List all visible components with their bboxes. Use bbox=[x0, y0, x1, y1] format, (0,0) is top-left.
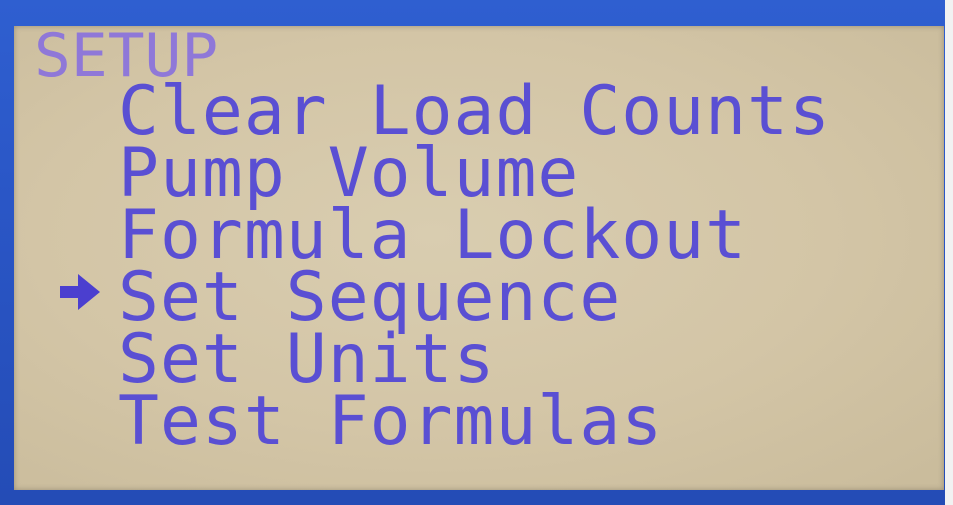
menu-item-test-formulas[interactable]: Test Formulas bbox=[118, 388, 663, 456]
setup-menu: Clear Load Counts Pump Volume Formula Lo… bbox=[0, 0, 953, 505]
arrow-right-icon bbox=[60, 274, 100, 310]
